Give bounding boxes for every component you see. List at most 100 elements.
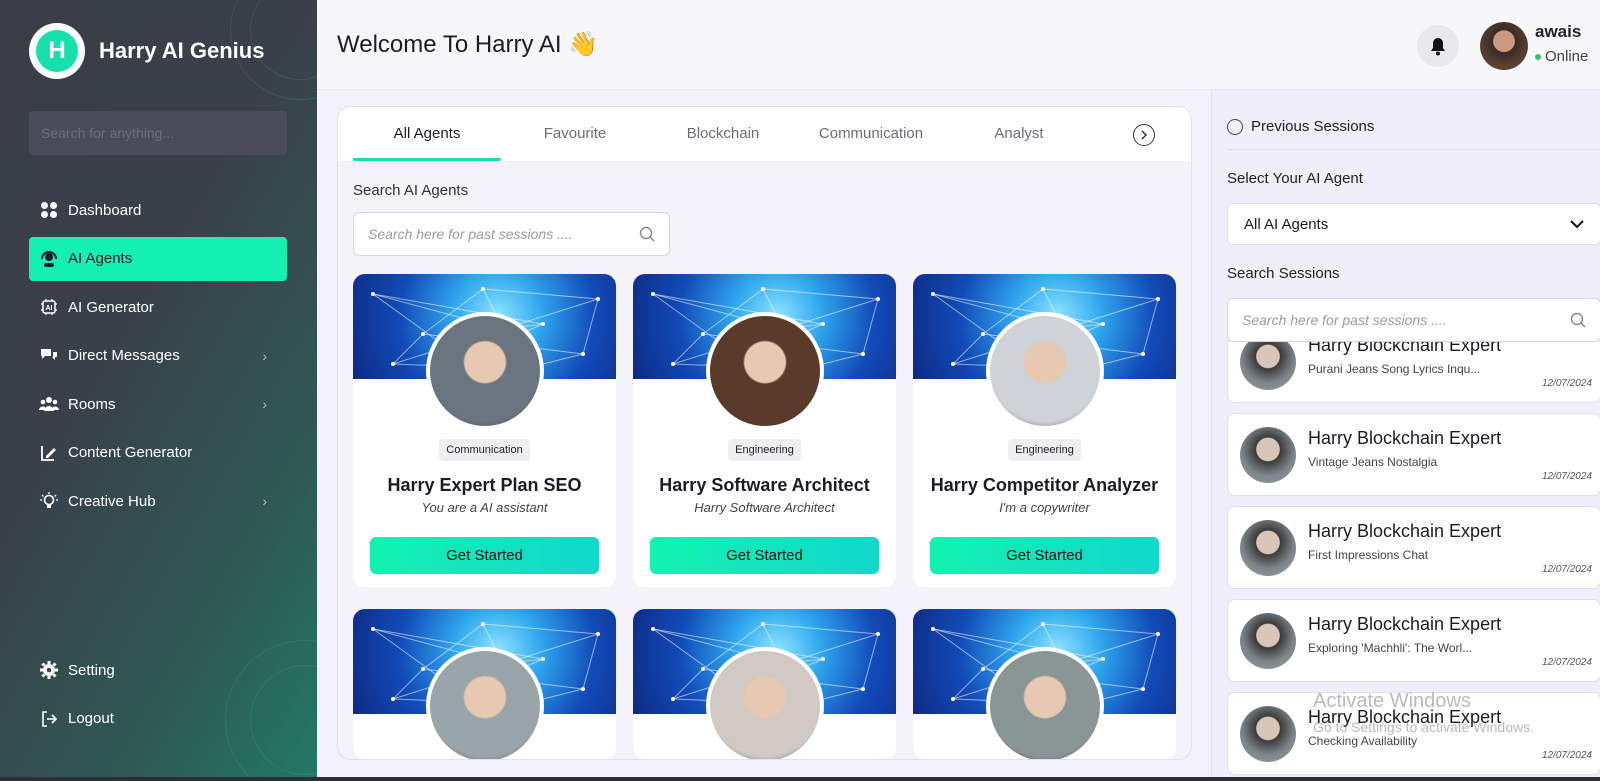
sidebar-item-label: AI Agents <box>68 250 133 267</box>
brand-name: Harry AI Genius <box>99 38 265 63</box>
avatar <box>1240 706 1296 762</box>
session-subtitle: Purani Jeans Song Lyrics Inqu... <box>1308 362 1481 376</box>
brand-logo: H <box>29 23 85 79</box>
agent-name: Harry Software Architect <box>659 475 870 495</box>
session-item[interactable]: Harry Blockchain Expert First Impression… <box>1227 506 1600 589</box>
tab-analyst[interactable]: Analyst <box>945 107 1093 161</box>
tab-favourite[interactable]: Favourite <box>501 107 649 161</box>
category-badge: Engineering <box>728 439 801 461</box>
sidebar-item-label: Setting <box>68 661 115 679</box>
session-search-input[interactable] <box>1242 312 1570 328</box>
sidebar-item-rooms[interactable]: Rooms › <box>29 382 287 426</box>
sidebar-nav: Dashboard AI Agents AI AI Generator Dire… <box>29 188 287 528</box>
sidebar-item-label: Direct Messages <box>68 347 180 364</box>
tab-blockchain[interactable]: Blockchain <box>649 107 797 161</box>
agent-search-label: Search AI Agents <box>353 182 469 199</box>
page-title: Welcome To Harry AI 👋 <box>337 31 599 58</box>
agent-tabs: All Agents Favourite Blockchain Communic… <box>338 107 1191 161</box>
sidebar-item-ai-generator[interactable]: AI AI Generator <box>29 285 287 329</box>
agent-description: You are a AI assistant <box>421 500 548 515</box>
sidebar-item-label: Creative Hub <box>68 492 156 510</box>
top-header: Welcome To Harry AI 👋 awais Online <box>317 0 1600 90</box>
online-dot-icon <box>1535 53 1541 60</box>
taskbar-edge <box>0 777 1600 781</box>
gear-icon <box>39 660 59 680</box>
sidebar-item-label: Dashboard <box>68 201 142 219</box>
category-badge: Engineering <box>1008 439 1081 461</box>
session-search-box <box>1227 298 1600 342</box>
session-subtitle: First Impressions Chat <box>1308 548 1429 562</box>
session-subtitle: Exploring 'Machhli': The Worl... <box>1308 641 1473 655</box>
agents-panel: All Agents Favourite Blockchain Communic… <box>337 106 1192 760</box>
sidebar-item-label: Logout <box>68 710 114 727</box>
avatar <box>1240 342 1296 390</box>
sidebar-search-input[interactable] <box>29 111 287 155</box>
agent-avatar <box>705 647 824 759</box>
tabs-next-button[interactable] <box>1133 124 1155 146</box>
agent-card <box>633 609 896 759</box>
session-title: Harry Blockchain Expert <box>1308 614 1502 634</box>
notification-bell-button[interactable] <box>1417 25 1459 67</box>
category-badge: Communication <box>439 439 530 461</box>
avatar <box>1240 613 1296 669</box>
sidebar-item-ai-agents[interactable]: AI Agents <box>29 236 287 281</box>
windows-activation-title: Activate Windows <box>1313 690 1471 712</box>
agent-select[interactable]: All AI Agents <box>1227 203 1600 245</box>
lightbulb-icon <box>39 491 59 511</box>
agent-search-box <box>353 212 670 256</box>
content-pen-icon <box>39 443 59 463</box>
search-icon[interactable] <box>1570 312 1586 328</box>
get-started-button[interactable]: Get Started <box>930 537 1159 574</box>
session-date: 12/07/2024 <box>1541 564 1592 575</box>
chevron-right-icon: › <box>262 396 267 412</box>
agent-description: Harry Software Architect <box>694 500 835 515</box>
chevron-down-icon <box>1570 219 1584 228</box>
session-subtitle: Vintage Jeans Nostalgia <box>1308 455 1438 469</box>
sidebar-item-setting[interactable]: Setting <box>29 648 287 692</box>
get-started-button[interactable]: Get Started <box>370 537 599 574</box>
sidebar: H Harry AI Genius Dashboard AI Agents AI… <box>0 0 317 781</box>
sidebar-item-label: AI Generator <box>68 298 154 316</box>
session-item[interactable]: Harry Blockchain Expert Vintage Jeans No… <box>1227 413 1600 496</box>
sidebar-bottom-nav: Setting Logout <box>29 648 287 745</box>
agent-name: Harry Expert Plan SEO <box>387 475 582 495</box>
dashboard-grid-icon <box>39 200 59 220</box>
chevron-right-icon <box>1141 130 1148 140</box>
people-icon <box>39 394 59 414</box>
session-item[interactable]: Harry Blockchain Expert Exploring 'Machh… <box>1227 599 1600 682</box>
search-sessions-label: Search Sessions <box>1227 265 1340 282</box>
agent-select-value: All AI Agents <box>1244 215 1329 233</box>
agent-card: Communication Harry Expert Plan SEO You … <box>353 274 616 587</box>
windows-activation-hint: Go to Settings to activate Windows. <box>1313 719 1534 735</box>
divider <box>1227 149 1600 150</box>
avatar[interactable] <box>1480 22 1528 70</box>
sidebar-item-logout[interactable]: Logout <box>29 697 287 741</box>
agent-headset-icon <box>39 249 59 269</box>
ai-chip-icon: AI <box>39 297 59 317</box>
sidebar-item-label: Content Generator <box>68 444 193 461</box>
get-started-button[interactable]: Get Started <box>650 537 879 574</box>
user-status: Online <box>1535 48 1588 65</box>
session-date: 12/07/2024 <box>1541 378 1592 389</box>
sidebar-item-creative-hub[interactable]: Creative Hub › <box>29 479 287 523</box>
logout-icon <box>39 709 59 729</box>
previous-sessions-title: Previous Sessions <box>1251 118 1375 135</box>
agent-card: Engineering Harry Competitor Analyzer I'… <box>913 274 1176 587</box>
tab-all-agents[interactable]: All Agents <box>353 107 501 161</box>
sidebar-item-dashboard[interactable]: Dashboard <box>29 188 287 232</box>
session-title: Harry Blockchain Expert <box>1308 428 1502 448</box>
agent-avatar <box>425 647 544 759</box>
search-icon[interactable] <box>639 226 655 242</box>
sidebar-item-direct-messages[interactable]: Direct Messages › <box>29 334 287 378</box>
sidebar-item-label: Rooms <box>68 395 116 413</box>
agent-search-input[interactable] <box>368 226 639 242</box>
brand-logo-letter: H <box>36 30 78 72</box>
chevron-right-icon: › <box>262 347 267 364</box>
sidebar-item-content-generator[interactable]: Content Generator <box>29 431 287 475</box>
smile-icon <box>1227 118 1243 135</box>
session-date: 12/07/2024 <box>1541 471 1592 482</box>
brand[interactable]: H Harry AI Genius <box>29 23 264 79</box>
tab-communication[interactable]: Communication <box>797 107 945 161</box>
select-agent-label: Select Your AI Agent <box>1227 170 1363 187</box>
session-item[interactable]: Harry Blockchain Expert Purani Jeans Son… <box>1227 342 1600 403</box>
